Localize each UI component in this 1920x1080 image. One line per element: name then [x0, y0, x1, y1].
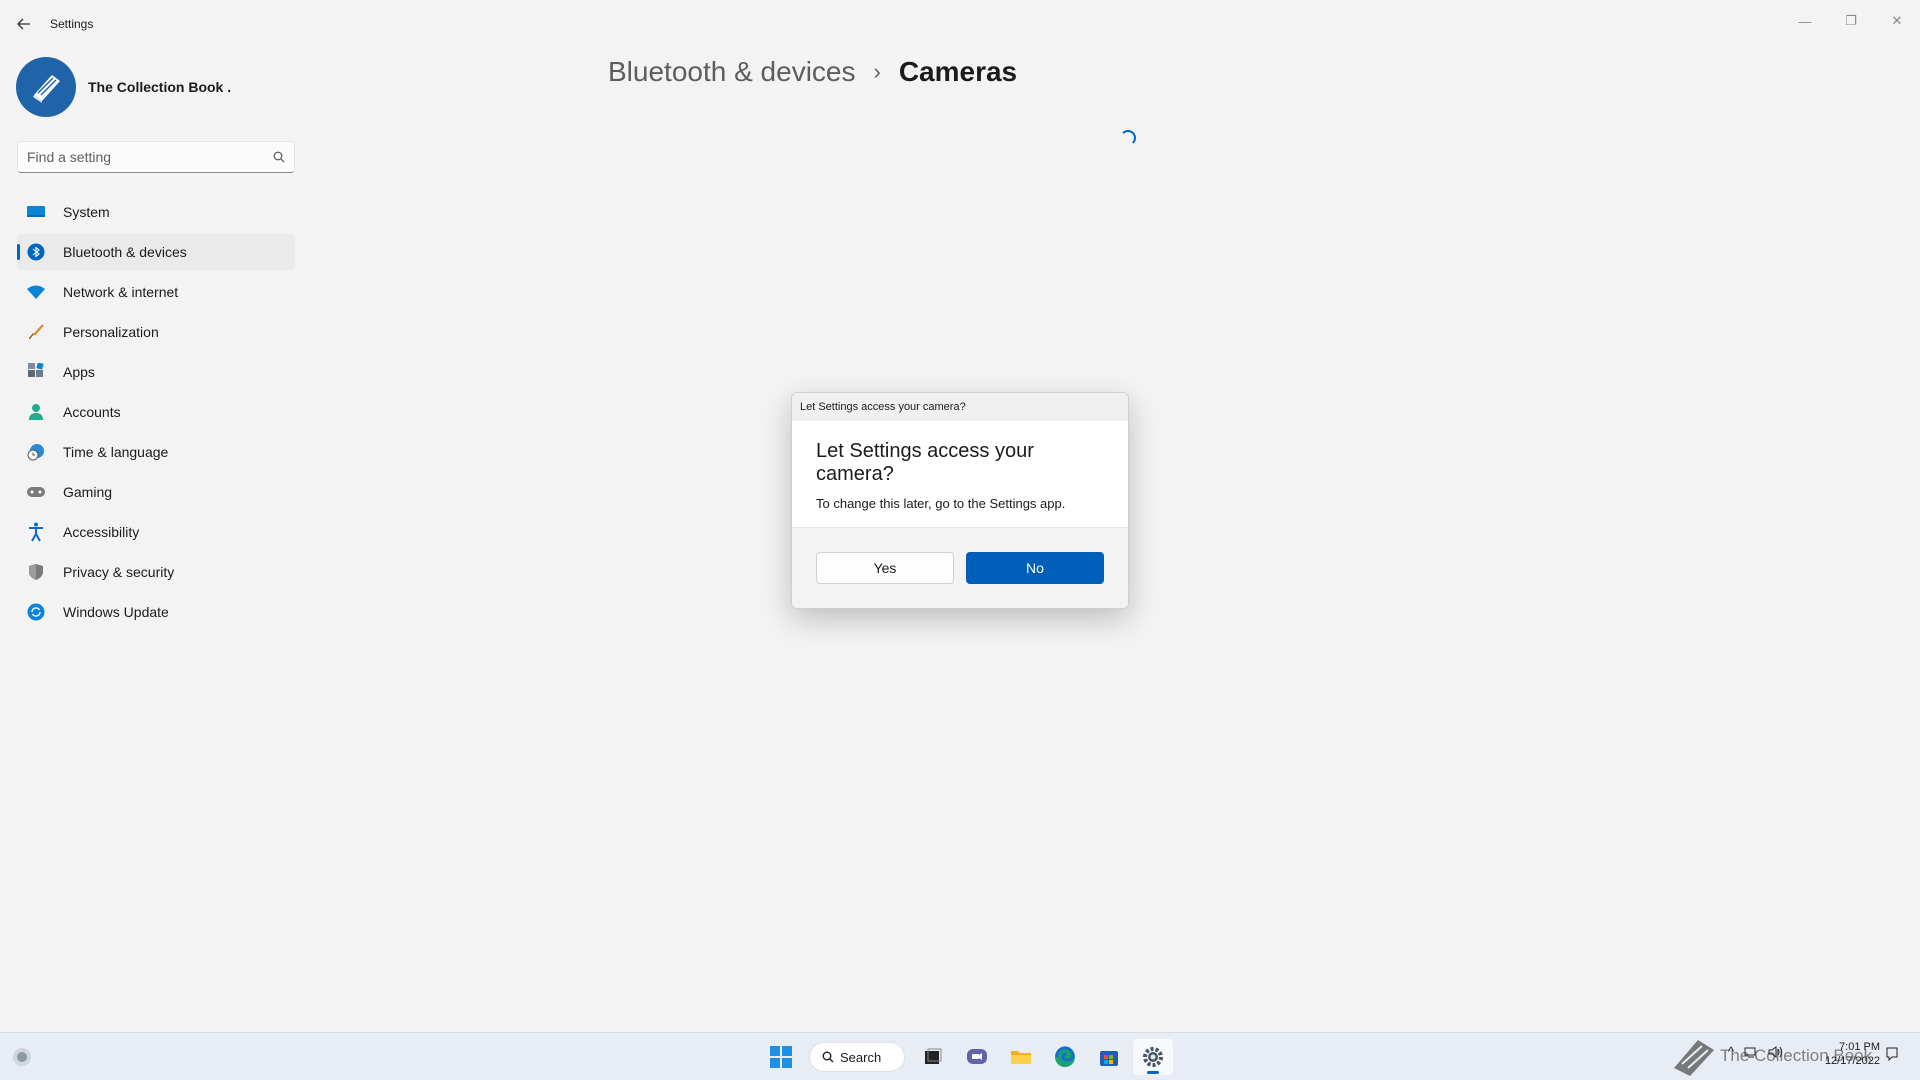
- sidebar-item-label: Personalization: [63, 324, 159, 340]
- store-icon: [1100, 1051, 1118, 1066]
- taskbar: Search: [0, 1032, 1920, 1080]
- sidebar-item-time-language[interactable]: Time & language: [17, 434, 295, 470]
- accessibility-icon: [26, 522, 46, 542]
- taskbar-search[interactable]: Search: [809, 1042, 905, 1072]
- network-icon[interactable]: [1744, 1045, 1758, 1059]
- gamepad-icon: [26, 482, 46, 502]
- edge-browser-icon: [1055, 1046, 1075, 1067]
- profile-name: The Collection Book .: [88, 79, 232, 95]
- close-button[interactable]: ✕: [1874, 6, 1920, 36]
- back-arrow-icon: [17, 18, 30, 30]
- sidebar-item-gaming[interactable]: Gaming: [17, 474, 295, 510]
- user-profile[interactable]: The Collection Book .: [16, 57, 231, 117]
- sidebar-item-privacy-security[interactable]: Privacy & security: [17, 554, 295, 590]
- person-icon: [26, 402, 46, 422]
- file-explorer-button[interactable]: [1001, 1039, 1041, 1075]
- windows-logo-icon: [770, 1046, 792, 1068]
- sidebar-item-personalization[interactable]: Personalization: [17, 314, 295, 350]
- brush-icon: [26, 322, 46, 342]
- globe-clock-icon: [26, 442, 46, 462]
- apps-icon: [26, 362, 46, 382]
- store-button[interactable]: [1089, 1039, 1129, 1075]
- sidebar-item-accounts[interactable]: Accounts: [17, 394, 295, 430]
- bluetooth-icon: [26, 242, 46, 262]
- folder-icon: [1011, 1051, 1031, 1064]
- yes-button[interactable]: Yes: [816, 552, 954, 584]
- book-icon: [33, 75, 60, 103]
- dialog-heading: Let Settings access your camera?: [816, 440, 1034, 485]
- teams-chat-icon: [967, 1049, 987, 1064]
- sidebar-nav: System Bluetooth & devices Network & int…: [17, 194, 295, 634]
- settings-taskbar-button[interactable]: [1133, 1039, 1173, 1075]
- taskbar-search-label: Search: [840, 1049, 882, 1065]
- notification-icon[interactable]: [1884, 1046, 1900, 1062]
- gear-icon: [1143, 1047, 1163, 1067]
- sidebar-item-system[interactable]: System: [17, 194, 295, 230]
- monitor-icon: [26, 202, 46, 222]
- page-title: Cameras: [898, 56, 1018, 87]
- chevron-up-icon[interactable]: ^: [1728, 1044, 1734, 1059]
- shield-icon: [26, 562, 46, 582]
- sidebar-item-windows-update[interactable]: Windows Update: [17, 594, 295, 630]
- dialog-message: To change this later, go to the Settings…: [816, 496, 1066, 511]
- title-bar: Settings — ❐ ✕: [0, 0, 1920, 48]
- volume-icon[interactable]: [1768, 1045, 1784, 1059]
- system-tray: ^: [1728, 1044, 1784, 1059]
- sidebar-item-label: Windows Update: [63, 604, 169, 620]
- taskbar-clock[interactable]: 7:01 PM 12/17/2022: [1810, 1040, 1880, 1068]
- sidebar-item-bluetooth-devices[interactable]: Bluetooth & devices: [17, 234, 295, 270]
- sidebar-item-accessibility[interactable]: Accessibility: [17, 514, 295, 550]
- sidebar-item-label: Accessibility: [63, 524, 140, 540]
- book-logo-icon: [1674, 1040, 1714, 1076]
- start-button[interactable]: [761, 1039, 801, 1075]
- sidebar-item-label: System: [63, 204, 110, 220]
- breadcrumb: Bluetooth & devices › Cameras: [608, 56, 1017, 88]
- clock-time: 7:01 PM: [1839, 1041, 1880, 1053]
- task-view-button[interactable]: [913, 1039, 953, 1075]
- chat-button[interactable]: [957, 1039, 997, 1075]
- sidebar-item-label: Accounts: [63, 404, 121, 420]
- search-icon: [822, 1051, 834, 1063]
- sidebar-item-apps[interactable]: Apps: [17, 354, 295, 390]
- taskbar-apps: Search: [759, 1039, 1175, 1075]
- app-title: Settings: [50, 17, 94, 31]
- sidebar-item-label: Privacy & security: [63, 564, 175, 580]
- loading-spinner-icon: [1120, 130, 1136, 146]
- settings-search[interactable]: [17, 141, 295, 173]
- chevron-right-icon: ›: [873, 59, 881, 84]
- edge-button[interactable]: [1045, 1039, 1085, 1075]
- update-icon: [26, 602, 46, 622]
- sidebar-item-label: Network & internet: [63, 284, 179, 300]
- sidebar-item-label: Apps: [63, 364, 95, 380]
- search-icon[interactable]: [264, 151, 294, 163]
- sidebar-item-label: Gaming: [63, 484, 113, 500]
- search-input[interactable]: [18, 149, 264, 165]
- task-view-icon: [925, 1048, 942, 1064]
- sidebar-item-network-internet[interactable]: Network & internet: [17, 274, 295, 310]
- clock-date: 12/17/2022: [1824, 1055, 1880, 1067]
- weather-icon: [13, 1048, 31, 1066]
- minimize-button[interactable]: —: [1782, 6, 1828, 36]
- breadcrumb-parent[interactable]: Bluetooth & devices: [608, 56, 856, 88]
- no-button[interactable]: No: [966, 552, 1104, 584]
- maximize-button[interactable]: ❐: [1828, 6, 1874, 36]
- dialog-footer: Yes No: [792, 527, 1128, 608]
- wifi-icon: [26, 282, 46, 302]
- camera-permission-dialog: Let Settings access your camera? Let Set…: [791, 392, 1129, 609]
- widgets-button[interactable]: [10, 1045, 34, 1069]
- dialog-title-bar: Let Settings access your camera?: [792, 393, 1128, 421]
- avatar: [16, 57, 76, 117]
- sidebar-item-label: Bluetooth & devices: [63, 244, 187, 260]
- back-button[interactable]: [12, 12, 36, 36]
- sidebar-item-label: Time & language: [63, 444, 169, 460]
